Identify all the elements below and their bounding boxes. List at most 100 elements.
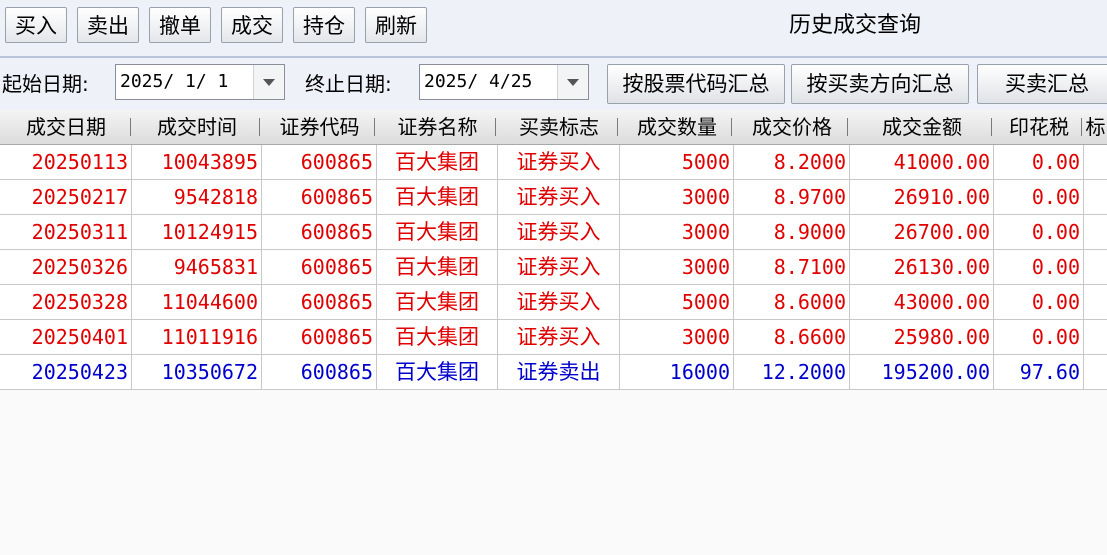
buy-sell-flag-cell: 证券买入 [498, 320, 620, 354]
column-header[interactable]: 证券名称 [377, 110, 498, 144]
trade-time-cell: 11044600 [132, 285, 262, 319]
trade-amount-cell: 25980.00 [850, 320, 994, 354]
trade-amount-cell: 26130.00 [850, 250, 994, 284]
positions-button[interactable]: 持仓 [293, 7, 355, 43]
security-name-cell: 百大集团 [377, 145, 498, 179]
table-row[interactable]: 20250401 11011916 600865 百大集团 证券买入 3000 8.6600… [0, 320, 1107, 355]
trade-price-cell: 8.2000 [734, 145, 850, 179]
truncated-cell [1084, 215, 1107, 249]
column-header[interactable]: 标 [1084, 110, 1107, 144]
trade-date-cell: 20250401 [0, 320, 132, 354]
stamp-tax-cell: 0.00 [994, 145, 1084, 179]
table-row[interactable]: 20250328 11044600 600865 百大集团 证券买入 5000 8.6000… [0, 285, 1107, 320]
trade-time-cell: 10043895 [132, 145, 262, 179]
table-row[interactable]: 20250423 10350672 600865 百大集团 证券卖出 16000 12.20… [0, 355, 1107, 390]
page-title: 历史成交查询 [788, 13, 921, 38]
truncated-cell [1084, 145, 1107, 179]
truncated-cell [1084, 250, 1107, 284]
table-row[interactable]: 20250326 9465831 600865 百大集团 证券买入 3000 8.7100 2… [0, 250, 1107, 285]
trade-date-cell: 20250311 [0, 215, 132, 249]
security-code-cell: 600865 [262, 145, 377, 179]
security-code-cell: 600865 [262, 250, 377, 284]
trade-time-cell: 10350672 [132, 355, 262, 389]
chevron-down-icon[interactable] [557, 65, 588, 99]
security-code-cell: 600865 [262, 285, 377, 319]
table-body: 20250113 10043895 600865 百大集团 证券买入 5000 8.2000… [0, 145, 1107, 390]
column-divider[interactable] [259, 118, 260, 136]
trade-time-cell: 10124915 [132, 215, 262, 249]
summary-by-code-button[interactable]: 按股票代码汇总 [607, 64, 785, 104]
column-header[interactable]: 成交金额 [850, 110, 994, 144]
truncated-cell [1084, 180, 1107, 214]
table-row[interactable]: 20250311 10124915 600865 百大集团 证券买入 3000 8.9000… [0, 215, 1107, 250]
trade-date-cell: 20250328 [0, 285, 132, 319]
column-header[interactable]: 成交日期 [0, 110, 132, 144]
security-code-cell: 600865 [262, 215, 377, 249]
truncated-cell [1084, 285, 1107, 319]
trades-button[interactable]: 成交 [221, 7, 283, 43]
column-divider[interactable] [617, 118, 618, 136]
stamp-tax-cell: 0.00 [994, 215, 1084, 249]
buy-sell-flag-cell: 证券买入 [498, 285, 620, 319]
trade-price-cell: 8.9000 [734, 215, 850, 249]
refresh-button[interactable]: 刷新 [365, 7, 427, 43]
trade-date-cell: 20250217 [0, 180, 132, 214]
column-header[interactable]: 成交时间 [132, 110, 262, 144]
table-row[interactable]: 20250113 10043895 600865 百大集团 证券买入 5000 8.2000… [0, 145, 1107, 180]
trade-quantity-cell: 16000 [620, 355, 734, 389]
start-date-label: 起始日期: [2, 72, 89, 96]
trade-summary-button[interactable]: 买卖汇总 [977, 64, 1107, 104]
trade-quantity-cell: 3000 [620, 215, 734, 249]
table-row[interactable]: 20250217 9542818 600865 百大集团 证券买入 3000 8.9700 2… [0, 180, 1107, 215]
trade-quantity-cell: 3000 [620, 320, 734, 354]
buy-sell-flag-cell: 证券买入 [498, 215, 620, 249]
column-divider[interactable] [495, 118, 496, 136]
date-filter-bar: 起始日期: 2025/ 1/ 1 终止日期: 2025/ 4/25 按股票代码汇… [0, 58, 1107, 110]
summary-by-direction-button[interactable]: 按买卖方向汇总 [791, 64, 969, 104]
start-date-picker[interactable]: 2025/ 1/ 1 [115, 64, 285, 100]
buy-sell-flag-cell: 证券买入 [498, 145, 620, 179]
trade-time-cell: 11011916 [132, 320, 262, 354]
trade-price-cell: 8.7100 [734, 250, 850, 284]
column-header[interactable]: 证券代码 [262, 110, 377, 144]
cancel-order-button[interactable]: 撤单 [149, 7, 211, 43]
trade-time-cell: 9542818 [132, 180, 262, 214]
column-header[interactable]: 印花税 [994, 110, 1084, 144]
column-divider[interactable] [1081, 118, 1082, 136]
sell-button[interactable]: 卖出 [77, 7, 139, 43]
column-header[interactable]: 成交数量 [620, 110, 734, 144]
stamp-tax-cell: 0.00 [994, 180, 1084, 214]
toolbar: 买入 卖出 撤单 成交 持仓 刷新 历史成交查询 [0, 0, 1107, 58]
stamp-tax-cell: 0.00 [994, 285, 1084, 319]
trade-amount-cell: 26910.00 [850, 180, 994, 214]
column-divider[interactable] [731, 118, 732, 136]
trade-quantity-cell: 3000 [620, 250, 734, 284]
trade-price-cell: 8.6000 [734, 285, 850, 319]
stamp-tax-cell: 0.00 [994, 250, 1084, 284]
security-name-cell: 百大集团 [377, 285, 498, 319]
column-divider[interactable] [130, 118, 131, 136]
truncated-cell [1084, 320, 1107, 354]
security-name-cell: 百大集团 [377, 180, 498, 214]
end-date-value[interactable]: 2025/ 4/25 [424, 65, 532, 99]
end-date-picker[interactable]: 2025/ 4/25 [419, 64, 589, 100]
buy-sell-flag-cell: 证券买入 [498, 250, 620, 284]
trade-date-cell: 20250113 [0, 145, 132, 179]
trade-price-cell: 8.9700 [734, 180, 850, 214]
trade-date-cell: 20250326 [0, 250, 132, 284]
column-divider[interactable] [374, 118, 375, 136]
buy-button[interactable]: 买入 [5, 7, 67, 43]
column-divider[interactable] [847, 118, 848, 136]
security-name-cell: 百大集团 [377, 355, 498, 389]
table-header: 成交日期 成交时间 证券代码 证券名称 买卖标志 成交数量 成交价格 成交金额 … [0, 110, 1107, 145]
security-name-cell: 百大集团 [377, 320, 498, 354]
trade-time-cell: 9465831 [132, 250, 262, 284]
chevron-down-icon[interactable] [253, 65, 284, 99]
buy-sell-flag-cell: 证券买入 [498, 180, 620, 214]
column-header[interactable]: 买卖标志 [498, 110, 620, 144]
column-divider[interactable] [991, 118, 992, 136]
start-date-value[interactable]: 2025/ 1/ 1 [120, 65, 228, 99]
trade-amount-cell: 43000.00 [850, 285, 994, 319]
security-code-cell: 600865 [262, 355, 377, 389]
column-header[interactable]: 成交价格 [734, 110, 850, 144]
